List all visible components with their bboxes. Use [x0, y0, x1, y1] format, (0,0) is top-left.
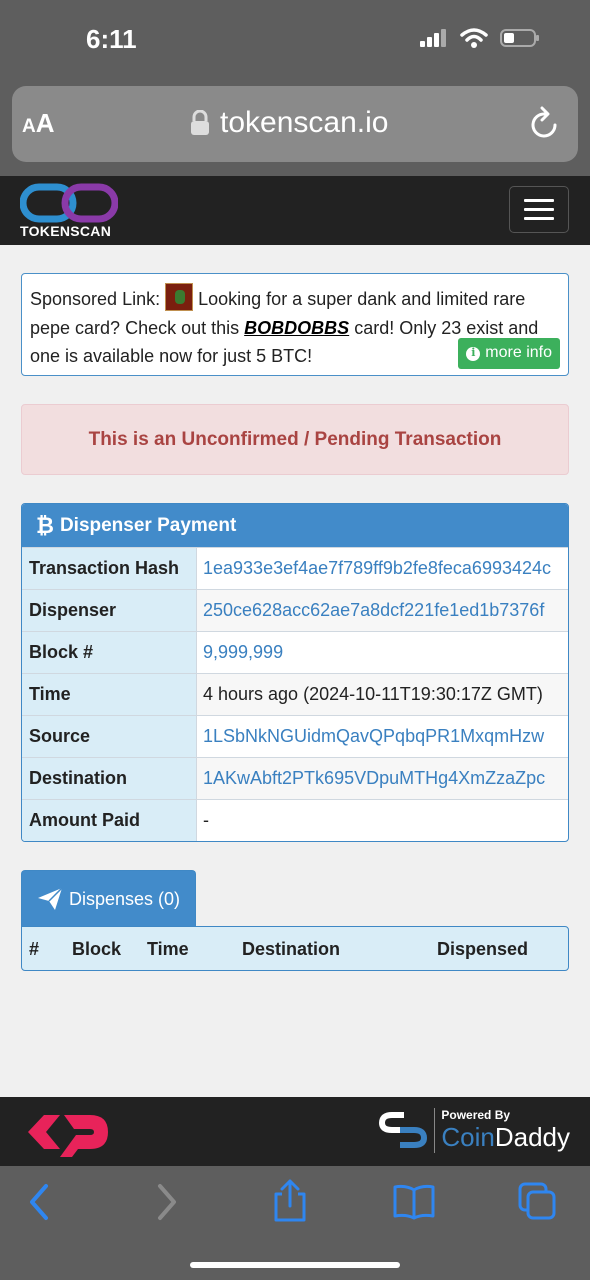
- bobdobbs-link[interactable]: BOBDOBBS: [244, 318, 349, 338]
- bitcoin-icon: ₿: [36, 512, 54, 538]
- share-icon[interactable]: [272, 1178, 308, 1224]
- sponsored-prefix: Sponsored Link:: [30, 289, 161, 309]
- status-bar: 6:11 AA tokenscan.io: [0, 0, 590, 176]
- status-icons: [420, 28, 540, 48]
- sponsored-box: Sponsored Link: Looking for a super dank…: [21, 273, 569, 376]
- dispenses-table-header: # Block Time Destination Dispensed: [21, 926, 569, 971]
- more-info-label: more info: [485, 344, 552, 362]
- column-header[interactable]: #: [29, 939, 39, 960]
- counterparty-logo[interactable]: [20, 1105, 112, 1159]
- row-block: Block # 9,999,999: [22, 631, 568, 673]
- lock-icon: [191, 110, 209, 135]
- coindaddy-wordmark: CoinDaddy: [441, 1121, 570, 1152]
- row-destination: Destination 1AKwAbft2PTk695VDpuMTHg4XmZz…: [22, 757, 568, 799]
- column-header[interactable]: Dispensed: [437, 939, 528, 960]
- row-label: Dispenser: [22, 590, 197, 631]
- reload-icon[interactable]: [530, 106, 560, 140]
- status-time: 6:11: [86, 24, 137, 54]
- bookmarks-icon[interactable]: [392, 1184, 436, 1220]
- block-link[interactable]: 9,999,999: [197, 632, 568, 673]
- panel-heading: ₿ Dispenser Payment: [22, 504, 568, 547]
- hamburger-menu-button[interactable]: [509, 186, 569, 233]
- row-label: Transaction Hash: [22, 548, 197, 589]
- pepe-card-icon: [165, 283, 194, 311]
- row-source: Source 1LSbNkNGUidmQavQPqbqPR1MxqmHzw: [22, 715, 568, 757]
- paper-plane-icon: [37, 887, 63, 910]
- pending-transaction-alert: This is an Unconfirmed / Pending Transac…: [21, 404, 569, 475]
- url-field[interactable]: tokenscan.io: [190, 106, 388, 140]
- tabs-icon[interactable]: [516, 1180, 558, 1222]
- row-transaction-hash: Transaction Hash 1ea933e3ef4ae7f789ff9b2…: [22, 547, 568, 589]
- site-header: TOKENSCAN: [0, 176, 590, 245]
- logo-text: TOKENSCAN: [20, 223, 112, 239]
- info-icon: i: [466, 346, 481, 361]
- site-footer: Powered By CoinDaddy: [0, 1097, 590, 1166]
- row-dispenser: Dispenser 250ce628acc62ae7a8dcf221fe1ed1…: [22, 589, 568, 631]
- time-value: 4 hours ago (2024-10-11T19:30:17Z GMT): [197, 674, 568, 715]
- column-header[interactable]: Block: [72, 939, 121, 960]
- row-label: Time: [22, 674, 197, 715]
- row-label: Source: [22, 716, 197, 757]
- row-amount-paid: Amount Paid -: [22, 799, 568, 841]
- column-header[interactable]: Destination: [242, 939, 340, 960]
- amount-paid-value: -: [203, 810, 209, 830]
- hamburger-icon: [524, 199, 554, 202]
- tokenscan-logo[interactable]: [20, 182, 118, 224]
- battery-icon: [500, 29, 539, 47]
- row-label: Destination: [22, 758, 197, 799]
- panel-title: Dispenser Payment: [59, 514, 237, 536]
- coindaddy-logo[interactable]: Powered By CoinDaddy: [378, 1105, 570, 1155]
- url-text: tokenscan.io: [220, 106, 389, 139]
- powered-by-text: Powered By: [441, 1107, 511, 1122]
- more-info-button[interactable]: i more info: [458, 338, 560, 369]
- back-icon[interactable]: [26, 1182, 54, 1222]
- transaction-hash-link[interactable]: 1ea933e3ef4ae7f789ff9b2fe8feca6993424c: [197, 548, 568, 589]
- row-time: Time 4 hours ago (2024-10-11T19:30:17Z G…: [22, 673, 568, 715]
- address-bar[interactable]: AA tokenscan.io: [12, 86, 578, 162]
- reader-settings-button[interactable]: AA: [22, 108, 55, 139]
- home-indicator: [190, 1262, 400, 1268]
- row-label: Amount Paid: [22, 800, 197, 841]
- dispenser-link[interactable]: 250ce628acc62ae7a8dcf221fe1ed1b7376f: [197, 590, 568, 631]
- destination-link[interactable]: 1AKwAbft2PTk695VDpuMTHg4XmZzaZpc: [197, 758, 568, 799]
- signal-icon: [420, 29, 446, 47]
- source-link[interactable]: 1LSbNkNGUidmQavQPqbqPR1MxqmHzw: [197, 716, 568, 757]
- wifi-icon: [460, 28, 488, 48]
- dispenser-payment-panel: ₿ Dispenser Payment Transaction Hash 1ea…: [21, 503, 569, 842]
- alert-text: This is an Unconfirmed / Pending Transac…: [88, 428, 502, 450]
- forward-icon[interactable]: [152, 1182, 180, 1222]
- tab-dispenses-label: Dispenses (0): [68, 888, 181, 909]
- row-label: Block #: [22, 632, 197, 673]
- coindaddy-mark-icon: [379, 1112, 428, 1148]
- column-header[interactable]: Time: [147, 939, 189, 960]
- tab-dispenses[interactable]: Dispenses (0): [21, 870, 196, 927]
